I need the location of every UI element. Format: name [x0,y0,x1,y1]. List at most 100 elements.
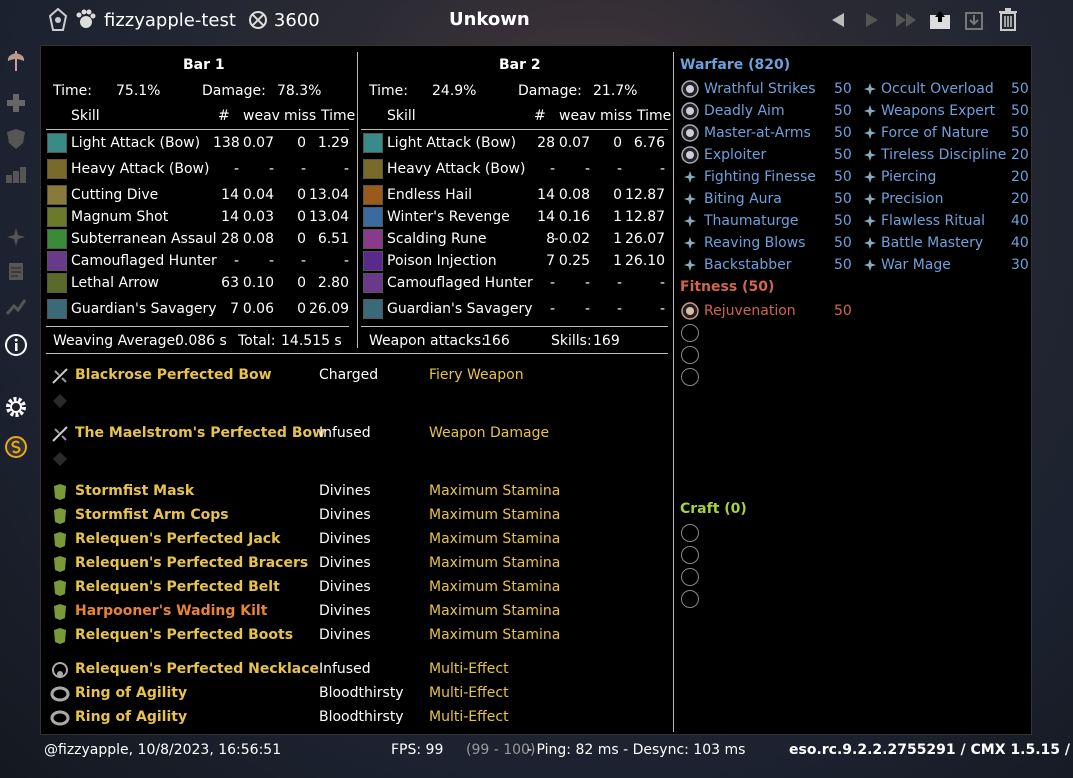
log-icon[interactable] [3,258,29,284]
gear-name: Stormfist Mask [75,483,195,499]
star-icon [861,234,879,252]
cp-star-name: Tireless Discipline [881,147,1007,163]
skill-time: - [659,275,665,291]
cp-star-value: 50 [834,81,852,97]
bar-stat-label: Weaving Average: [53,333,180,349]
skill-miss: - [616,275,622,291]
gear-name: Relequen's Perfected Boots [75,627,294,643]
last-fight-button[interactable] [892,6,920,34]
load-fight-button[interactable] [960,6,988,34]
gear-enchant: Weapon Damage [429,425,550,441]
slotted-star-icon [681,302,699,320]
delete-fight-button[interactable] [994,6,1022,34]
gear-enchant: Multi-Effect [429,685,509,701]
gear-trait: Divines [319,531,371,547]
gear-enchant: Maximum Stamina [429,603,561,619]
skill-time: - [343,161,349,177]
settings-icon[interactable] [3,394,29,420]
skill-weave: 0.08 [242,231,274,247]
gear-trait: Divines [319,579,371,595]
time-label: Time: [53,83,92,99]
time-share: 24.9% [432,83,477,99]
next-fight-button[interactable] [858,6,886,34]
empty-star-slot[interactable] [681,524,699,542]
shield-icon[interactable] [3,126,29,152]
column-skill: Skill [71,108,100,124]
heal-icon[interactable] [3,90,29,116]
empty-glyph-icon [51,450,69,468]
skill-name: Endless Hail [387,187,473,203]
empty-star-slot[interactable] [681,546,699,564]
ring-icon [50,684,70,704]
skill-time: 2.80 [317,275,349,291]
slotted-star-icon [681,102,699,120]
star-icon [861,102,879,120]
skill-time: 1.29 [317,135,349,151]
skill-time: 26.09 [309,301,350,317]
skill-time: 6.51 [317,231,349,247]
buffs-icon[interactable] [3,162,29,188]
skill-icon [47,229,67,249]
champion-points-icon [248,10,268,30]
cp-star-value: 40 [1011,213,1029,229]
cp-star-name: Thaumaturge [704,213,799,229]
empty-star-slot[interactable] [681,368,699,386]
gear-trait: Divines [319,555,371,571]
column-count: # [218,108,230,124]
gear-trait: Bloodthirsty [319,709,404,725]
axe-icon[interactable] [3,48,29,74]
skill-name: Winter's Revenge [387,209,510,225]
skill-name: Light Attack (Bow) [387,135,517,151]
alliance-icon [48,8,68,32]
empty-star-slot[interactable] [681,346,699,364]
cp-star-value: 50 [834,103,852,119]
skill-weave: 0.07 [558,135,590,151]
cp-star-value: 20 [1011,191,1029,207]
champion-points: 3600 [273,9,320,31]
empty-star-slot[interactable] [681,590,699,608]
graph-icon[interactable] [3,294,29,320]
user-timestamp: @fizzyapple, 10/8/2023, 16:56:51 [44,742,282,758]
skill-time: - [659,161,665,177]
damage-label: Damage: [518,83,582,99]
gear-trait: Bloodthirsty [319,685,404,701]
empty-star-slot[interactable] [681,324,699,342]
addon-icon[interactable] [3,434,29,460]
craft-title: Craft (0) [680,501,747,517]
skill-icon [47,251,67,271]
skill-icon [47,133,67,153]
star-icon [861,124,879,142]
empty-star-slot[interactable] [681,568,699,586]
toolbar [824,6,1022,34]
info-icon[interactable] [3,332,29,358]
gear-trait: Infused [319,661,371,677]
skill-weave: 0.16 [558,209,590,225]
time-label: Time: [369,83,408,99]
skill-miss: 0 [297,301,306,317]
star-icon [681,168,699,186]
skill-icon [363,273,383,293]
cp-star-value: 40 [1011,235,1029,251]
star-icon [861,256,879,274]
skill-miss: 0 [297,187,306,203]
gear-enchant: Maximum Stamina [429,507,561,523]
slotted-star-icon [681,80,699,98]
previous-fight-button[interactable] [824,6,852,34]
cp-star-name: Flawless Ritual [881,213,985,229]
skill-name: Camouflaged Hunter [71,253,217,269]
skill-weave: 0.06 [242,301,274,317]
skill-weave: 0.03 [242,209,274,225]
cp-star-name: Occult Overload [881,81,994,97]
save-fight-button[interactable] [926,6,954,34]
skill-icon [47,273,67,293]
skill-icon [47,185,67,205]
skill-time: 13.04 [309,209,350,225]
cp-star-name: Wrathful Strikes [704,81,816,97]
cp-star-value: 50 [1011,103,1029,119]
resources-icon[interactable] [3,224,29,250]
skill-icon [47,299,67,319]
skill-weave: 0.25 [558,253,590,269]
fight-report-panel: Bar 1 Time: 75.1% Damage: 78.3% Skill # weav mis… [40,45,1032,735]
damage-label: Damage: [202,83,266,99]
cp-star-value: 50 [834,191,852,207]
